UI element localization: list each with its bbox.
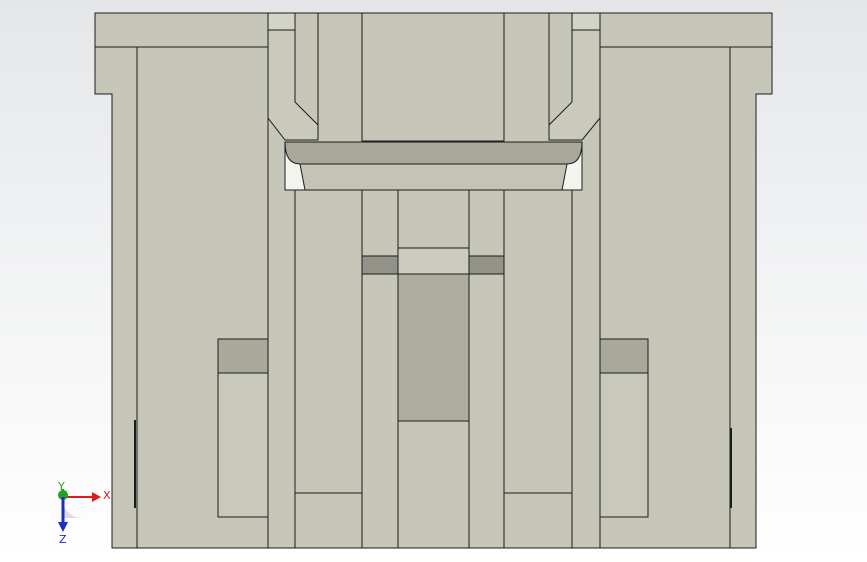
left-pocket-shade [217, 338, 269, 374]
center-column-upper[interactable] [397, 189, 470, 249]
slot-right-dark [468, 255, 505, 275]
left-top-tab[interactable] [267, 12, 296, 31]
right-top-tab[interactable] [571, 12, 601, 31]
left-pocket[interactable] [217, 372, 269, 518]
bottom-left-pad[interactable] [294, 492, 363, 549]
lower-left-column[interactable] [294, 189, 363, 494]
slot-left-dark [361, 255, 399, 275]
channel-top-rim[interactable] [284, 141, 583, 165]
lower-right-column[interactable] [503, 189, 573, 494]
x-axis-label: X [103, 489, 111, 502]
cad-viewport[interactable]: X Y Z [0, 0, 867, 562]
z-axis-label: Z [59, 533, 67, 546]
coordinate-triad[interactable]: X Y Z [57, 480, 111, 546]
y-axis-label: Y [57, 480, 65, 493]
center-column-band[interactable] [397, 247, 470, 275]
guide-right-column[interactable] [468, 189, 505, 549]
right-pocket[interactable] [599, 372, 649, 518]
guide-left-column[interactable] [361, 189, 399, 549]
center-top-block[interactable] [361, 12, 505, 142]
z-axis-arrow-icon [58, 522, 68, 532]
center-column-insert[interactable] [397, 273, 470, 422]
center-column-lower[interactable] [397, 420, 470, 549]
bottom-right-pad[interactable] [503, 492, 573, 549]
x-axis-arrow-icon [92, 492, 101, 502]
right-pocket-shade [599, 338, 649, 374]
triad-backdrop [62, 498, 82, 518]
mold-part-front-view[interactable]: X Y Z [0, 0, 867, 562]
channel-floor[interactable] [299, 163, 571, 191]
